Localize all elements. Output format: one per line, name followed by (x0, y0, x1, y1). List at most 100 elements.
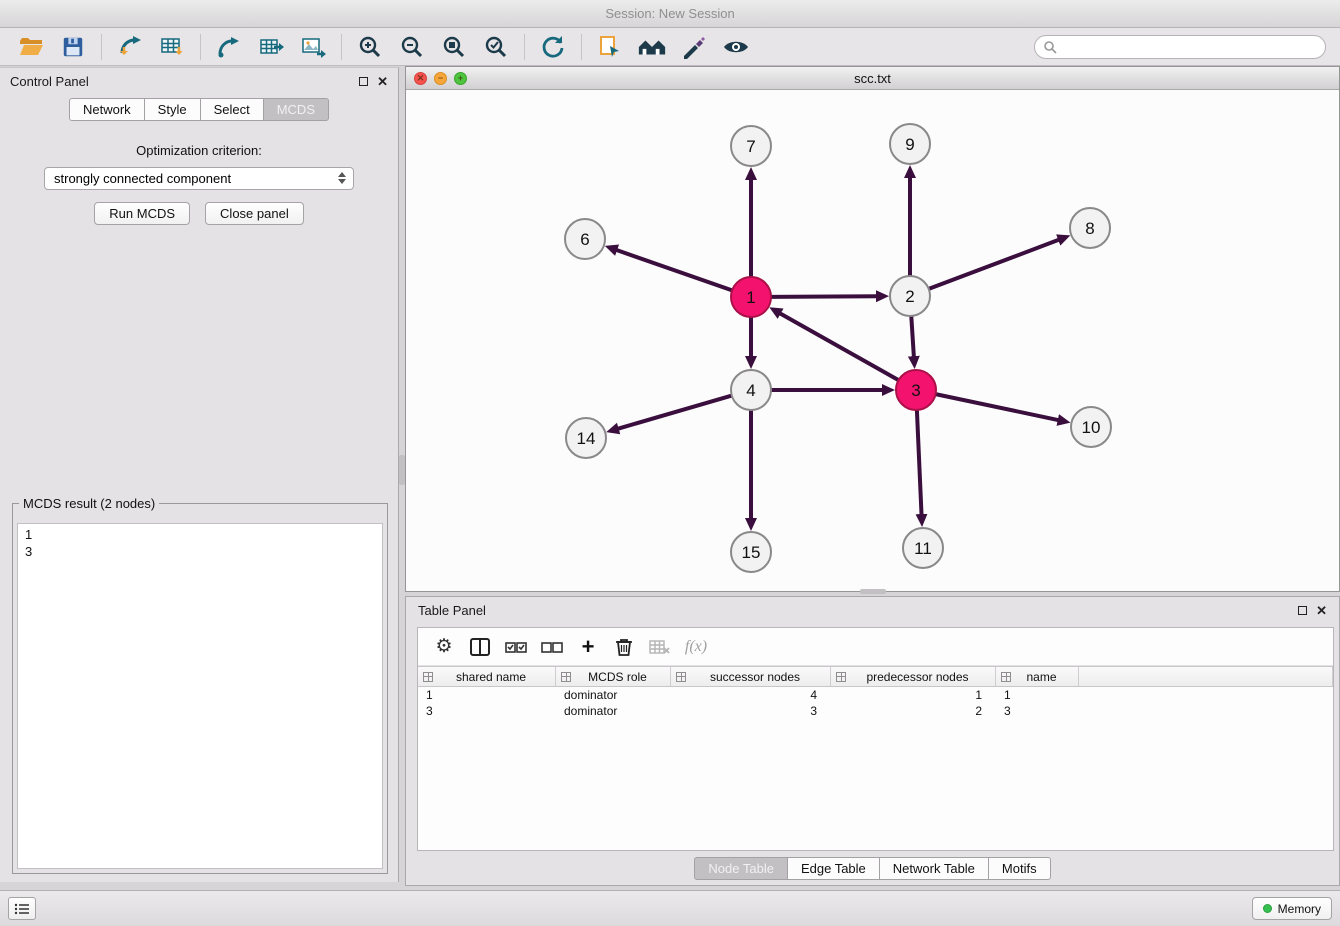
graph-node-6[interactable]: 6 (565, 219, 605, 259)
delete-table-icon[interactable] (644, 632, 676, 662)
zoom-in-icon[interactable] (355, 33, 385, 61)
edge-2-8[interactable] (929, 240, 1059, 289)
import-network-icon[interactable] (115, 33, 145, 61)
result-line: 3 (25, 543, 375, 560)
graph-node-11[interactable]: 11 (903, 528, 943, 568)
tab-network[interactable]: Network (69, 98, 145, 121)
tab-motifs[interactable]: Motifs (988, 857, 1051, 880)
import-table-icon[interactable] (157, 33, 187, 61)
table-tabs: Node TableEdge TableNetwork TableMotifs (406, 857, 1339, 880)
status-bar: Memory (0, 890, 1340, 926)
network-canvas[interactable]: 7 9 6 8 1 2 4 3 14 10 15 11 (406, 90, 1339, 591)
export-network-icon[interactable] (214, 33, 244, 61)
zoom-selected-icon[interactable] (481, 33, 511, 61)
mcds-result-list[interactable]: 13 (17, 523, 383, 869)
tab-node-table[interactable]: Node Table (694, 857, 788, 880)
graph-node-3[interactable]: 3 (896, 370, 936, 410)
float-panel-icon[interactable] (359, 77, 368, 86)
close-panel-icon[interactable]: ✕ (377, 75, 388, 88)
export-image-icon[interactable] (298, 33, 328, 61)
refresh-view-icon[interactable] (538, 33, 568, 61)
column-header-successor-nodes[interactable]: successor nodes (671, 667, 831, 686)
network-window-title: scc.txt (854, 71, 891, 86)
save-session-icon[interactable] (58, 33, 88, 61)
search-box[interactable] (1034, 35, 1326, 59)
graph-node-7[interactable]: 7 (731, 126, 771, 166)
apply-style-icon[interactable] (679, 33, 709, 61)
column-header-name[interactable]: name (996, 667, 1079, 686)
optimization-label: Optimization criterion: (0, 143, 398, 158)
graph-node-4[interactable]: 4 (731, 370, 771, 410)
tab-mcds[interactable]: MCDS (263, 98, 329, 121)
open-file-icon[interactable] (16, 33, 46, 61)
column-header-shared-name[interactable]: shared name (418, 667, 556, 686)
tab-style[interactable]: Style (144, 98, 201, 121)
table-panel-header: Table Panel ✕ (406, 597, 1339, 623)
control-panel-title: Control Panel (10, 74, 89, 89)
horizontal-splitter-handle[interactable] (860, 589, 886, 594)
svg-text:11: 11 (914, 539, 932, 558)
search-input[interactable] (1057, 38, 1317, 55)
window-zoom-icon[interactable]: + (454, 72, 467, 85)
run-mcds-button[interactable]: Run MCDS (94, 202, 190, 225)
show-graphics-details-icon[interactable] (721, 33, 751, 61)
toolbar-separator (200, 34, 201, 60)
zoom-out-icon[interactable] (397, 33, 427, 61)
column-header-predecessor-nodes[interactable]: predecessor nodes (831, 667, 996, 686)
window-close-icon[interactable]: ✕ (414, 72, 427, 85)
column-header-MCDS-role[interactable]: MCDS role (556, 667, 671, 686)
tab-edge-table[interactable]: Edge Table (787, 857, 880, 880)
tab-network-table[interactable]: Network Table (879, 857, 989, 880)
graph-node-2[interactable]: 2 (890, 276, 930, 316)
column-type-icon (1001, 672, 1011, 682)
close-table-panel-icon[interactable]: ✕ (1316, 604, 1327, 617)
column-type-icon (676, 672, 686, 682)
delete-columns-icon[interactable] (608, 632, 640, 662)
network-graph[interactable]: 7 9 6 8 1 2 4 3 14 10 15 11 (406, 90, 1339, 592)
window-minimize-icon[interactable]: − (434, 72, 447, 85)
edge-3-1[interactable] (780, 313, 899, 380)
table-row[interactable]: 1dominator411 (418, 687, 1333, 703)
toolbar-separator (341, 34, 342, 60)
edge-1-2[interactable] (771, 296, 877, 297)
optimization-dropdown[interactable]: strongly connected component (44, 167, 354, 190)
edge-2-3[interactable] (911, 316, 914, 357)
edge-1-6[interactable] (616, 250, 732, 291)
add-column-icon[interactable]: + (572, 632, 604, 662)
table-settings-icon[interactable]: ⚙ (428, 632, 460, 662)
graph-node-9[interactable]: 9 (890, 124, 930, 164)
edge-4-14[interactable] (618, 396, 732, 429)
tab-select[interactable]: Select (200, 98, 264, 121)
deselect-all-columns-icon[interactable] (536, 632, 568, 662)
table-cell: 1 (996, 687, 1079, 703)
svg-text:10: 10 (1082, 418, 1101, 437)
graph-node-10[interactable]: 10 (1071, 407, 1111, 447)
edge-3-11[interactable] (917, 410, 922, 515)
graph-node-1[interactable]: 1 (731, 277, 771, 317)
vertical-splitter-handle[interactable] (399, 455, 405, 485)
graph-node-15[interactable]: 15 (731, 532, 771, 572)
task-history-button[interactable] (8, 897, 36, 920)
table-cell: 1 (831, 687, 996, 703)
memory-button[interactable]: Memory (1252, 897, 1332, 920)
graph-node-8[interactable]: 8 (1070, 208, 1110, 248)
show-columns-icon[interactable] (464, 632, 496, 662)
search-icon (1043, 40, 1057, 54)
table-row[interactable]: 3dominator323 (418, 703, 1333, 719)
zoom-fit-icon[interactable] (439, 33, 469, 61)
float-table-panel-icon[interactable] (1298, 606, 1307, 615)
column-type-icon (561, 672, 571, 682)
column-type-icon (836, 672, 846, 682)
graph-node-14[interactable]: 14 (566, 418, 606, 458)
table-header-row: shared nameMCDS rolesuccessor nodesprede… (418, 666, 1333, 687)
apply-function-icon[interactable]: f(x) (680, 632, 712, 662)
memory-status-icon (1263, 904, 1272, 913)
paste-network-icon[interactable] (595, 33, 625, 61)
svg-text:7: 7 (746, 137, 755, 156)
select-all-columns-icon[interactable] (500, 632, 532, 662)
svg-text:4: 4 (746, 381, 755, 400)
close-panel-button[interactable]: Close panel (205, 202, 304, 225)
export-table-icon[interactable] (256, 33, 286, 61)
network-overview-icon[interactable] (637, 33, 667, 61)
edge-3-10[interactable] (936, 394, 1059, 420)
